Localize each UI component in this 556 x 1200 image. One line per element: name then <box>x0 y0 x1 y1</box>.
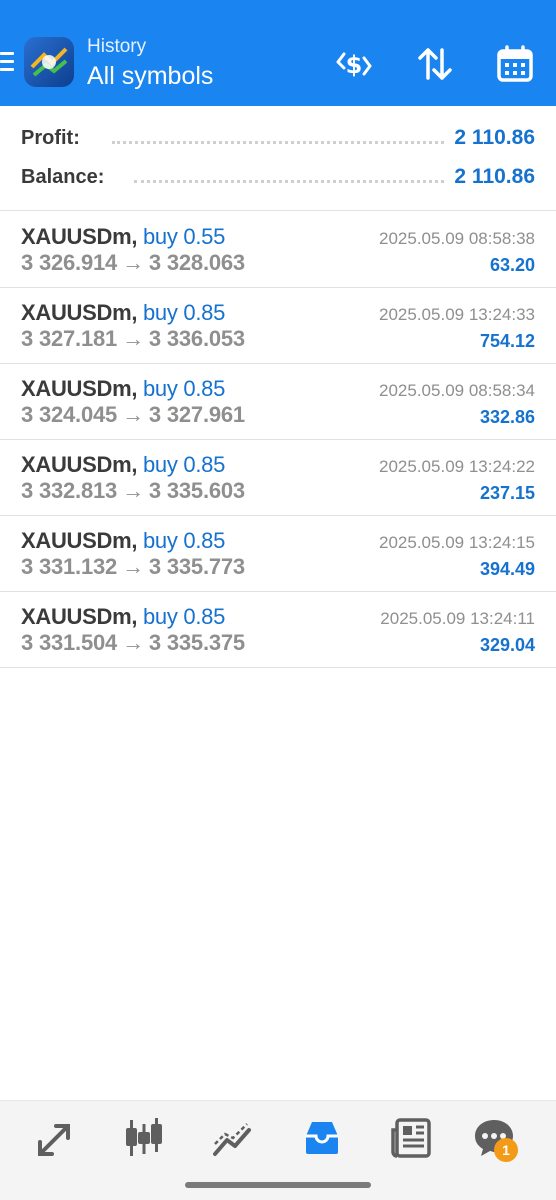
dotted-leader <box>134 180 444 184</box>
trade-row[interactable]: XAUUSDm, buy 0.85 3 327.181 → 3 336.053 20… <box>0 288 556 364</box>
app-logo <box>24 37 74 87</box>
trade-profit: 332.86 <box>479 407 535 427</box>
trade-prices: 3 331.132 → 3 335.773 <box>21 554 245 579</box>
trade-history-list: XAUUSDm, buy 0.55 3 326.914 → 3 328.063 20… <box>0 212 556 668</box>
balance-value: 2 110.86 <box>454 165 535 188</box>
home-indicator <box>185 1182 371 1188</box>
trade-time: 2025.05.09 08:58:38 <box>379 229 535 248</box>
trade-prices: 3 332.813 → 3 335.603 <box>21 478 245 503</box>
header-title: History <box>87 36 147 57</box>
trade-row[interactable]: XAUUSDm, buy 0.55 3 326.914 → 3 328.063 20… <box>0 212 556 288</box>
trade-side-volume: buy 0.85 <box>143 300 226 325</box>
calendar-icon[interactable] <box>493 42 537 86</box>
trade-side-volume: buy 0.55 <box>143 224 226 249</box>
trade-side-volume: buy 0.85 <box>143 452 226 477</box>
trade-prices: 3 331.504 → 3 335.375 <box>21 630 245 655</box>
trade-profit: 394.49 <box>479 559 535 579</box>
trade-time: 2025.05.09 13:24:22 <box>379 457 535 476</box>
trade-row[interactable]: XAUUSDm, buy 0.85 3 331.504 → 3 335.375 20… <box>0 592 556 668</box>
messages-badge: 1 <box>494 1138 518 1162</box>
app-header: History All symbols $ <box>0 0 556 106</box>
trade-time: 2025.05.09 13:24:33 <box>379 305 535 324</box>
trade-side-volume: buy 0.85 <box>143 376 226 401</box>
dotted-leader <box>112 141 444 145</box>
trade-prices: 3 326.914 → 3 328.063 <box>21 250 245 275</box>
trade-symbol: XAUUSDm, buy 0.85 <box>21 528 226 553</box>
trade-icon[interactable] <box>34 1116 78 1160</box>
trade-time: 2025.05.09 08:58:34 <box>379 381 535 400</box>
quotes-icon[interactable] <box>122 1116 166 1160</box>
history-icon[interactable] <box>300 1116 344 1160</box>
symbol-filter-label[interactable]: All symbols <box>87 62 213 91</box>
trade-symbol: XAUUSDm, buy 0.85 <box>21 604 226 629</box>
profit-value: 2 110.86 <box>454 126 535 149</box>
balance-row: Balance: 2 110.86 <box>0 163 556 193</box>
trade-profit: 754.12 <box>479 331 535 351</box>
trade-prices: 3 327.181 → 3 336.053 <box>21 326 245 351</box>
menu-icon[interactable] <box>0 52 14 76</box>
trade-symbol: XAUUSDm, buy 0.85 <box>21 300 226 325</box>
trade-time: 2025.05.09 13:24:11 <box>380 609 535 628</box>
trade-profit: 63.20 <box>489 255 535 275</box>
profit-label: Profit: <box>21 127 80 149</box>
trade-row[interactable]: XAUUSDm, buy 0.85 3 324.045 → 3 327.961 20… <box>0 364 556 440</box>
trade-profit: 329.04 <box>479 635 535 655</box>
trade-symbol: XAUUSDm, buy 0.85 <box>21 376 226 401</box>
trade-prices: 3 324.045 → 3 327.961 <box>21 402 245 427</box>
chart-icon[interactable] <box>211 1116 255 1160</box>
trade-symbol: XAUUSDm, buy 0.55 <box>21 224 226 249</box>
sort-icon[interactable] <box>413 42 457 86</box>
balance-label: Balance: <box>21 166 105 188</box>
trade-symbol: XAUUSDm, buy 0.85 <box>21 452 226 477</box>
trade-row[interactable]: XAUUSDm, buy 0.85 3 331.132 → 3 335.773 20… <box>0 516 556 592</box>
profit-row: Profit: 2 110.86 <box>0 124 556 154</box>
news-icon[interactable] <box>389 1116 433 1160</box>
summary-panel: Profit: 2 110.86 Balance: 2 110.86 <box>0 106 556 211</box>
trade-time: 2025.05.09 13:24:15 <box>379 533 535 552</box>
trade-row[interactable]: XAUUSDm, buy 0.85 3 332.813 → 3 335.603 20… <box>0 440 556 516</box>
profit-filter-icon[interactable]: $ <box>332 42 376 86</box>
trade-side-volume: buy 0.85 <box>143 528 226 553</box>
trade-side-volume: buy 0.85 <box>143 604 226 629</box>
svg-text:$: $ <box>346 51 363 79</box>
trade-profit: 237.15 <box>479 483 535 503</box>
